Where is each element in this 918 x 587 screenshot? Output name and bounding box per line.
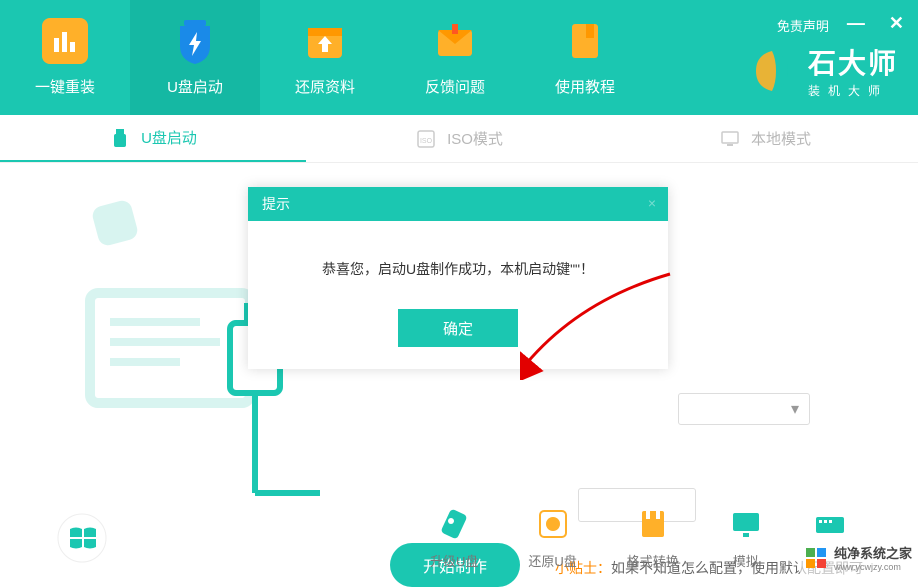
app-logo: 石大师 装机大师 [748,42,898,99]
simulate-icon [729,507,763,541]
minimize-button[interactable]: — [847,1,871,34]
bar-chart-icon [42,18,88,64]
config-dropdown[interactable]: ▾ [678,393,810,425]
logo-icon [748,47,796,95]
modal-footer: 确定 [248,309,668,369]
nav-label: 使用教程 [555,76,615,97]
convert-icon [636,507,670,541]
nav-label: 反馈问题 [425,76,485,97]
sub-tab-label: U盘启动 [141,127,197,148]
modal-message: 恭喜您，启动U盘制作成功，本机启动键""！ [248,221,668,309]
watermark: 纯净系统之家 www.ycwjzy.com [800,541,916,574]
watermark-url: www.ycwjzy.com [834,562,912,572]
disclaimer-link[interactable]: 免责声明 [777,0,829,35]
envelope-icon [432,18,478,64]
watermark-icon [804,546,828,570]
header-right: 免责声明 — ✕ [777,0,910,35]
sub-tab-iso[interactable]: ISO ISO模式 [306,115,612,162]
restore-usb[interactable]: 还原U盘 [528,507,576,570]
bottom-label: 升级U盘 [430,551,478,570]
bottom-actions: 升级U盘 还原U盘 格式转换 模拟 [430,507,847,570]
nav-feedback[interactable]: 反馈问题 [390,0,520,115]
modal-title-bar: 提示 × [248,187,668,221]
nav-restore[interactable]: 还原资料 [260,0,390,115]
nav-usb-boot[interactable]: U盘启动 [130,0,260,115]
bottom-label: 模拟 [733,551,759,570]
format-convert[interactable]: 格式转换 [627,507,679,570]
modal-close-button[interactable]: × [648,195,656,211]
upgrade-usb[interactable]: 升级U盘 [430,507,478,570]
windows-logo-icon [42,513,122,563]
logo-title: 石大师 [808,42,898,82]
sub-tab-label: ISO模式 [447,128,503,149]
nav-tutorial[interactable]: 使用教程 [520,0,650,115]
success-modal: 提示 × 恭喜您，启动U盘制作成功，本机启动键""！ 确定 [248,187,668,369]
app-header: 一键重装 U盘启动 还原资料 反馈问题 使用教程 免责声明 [0,0,918,115]
close-button[interactable]: ✕ [889,1,910,34]
monitor-icon [719,128,741,150]
sub-tabs: U盘启动 ISO ISO模式 本地模式 [0,115,918,163]
sub-tab-local[interactable]: 本地模式 [612,115,918,162]
modal-title: 提示 [262,194,290,214]
usb-restore-icon [536,507,570,541]
sub-tab-label: 本地模式 [751,128,811,149]
iso-icon: ISO [415,128,437,150]
nav-label: U盘启动 [167,76,223,97]
nav-reinstall[interactable]: 一键重装 [0,0,130,115]
confirm-button[interactable]: 确定 [398,309,518,347]
book-icon [562,18,608,64]
shield-lightning-icon [172,18,218,64]
nav-tabs: 一键重装 U盘启动 还原资料 反馈问题 使用教程 [0,0,650,115]
sub-tab-usb[interactable]: U盘启动 [0,115,306,162]
usb-icon [109,127,131,149]
upload-box-icon [302,18,348,64]
bottom-label: 还原U盘 [528,551,576,570]
logo-subtitle: 装机大师 [808,82,898,99]
keyboard-icon [813,507,847,541]
svg-text:ISO: ISO [420,138,433,145]
nav-label: 还原资料 [295,76,355,97]
usb-upgrade-icon [437,507,471,541]
watermark-name: 纯净系统之家 [834,543,912,562]
simulate[interactable]: 模拟 [729,507,763,570]
bottom-label: 格式转换 [627,551,679,570]
nav-label: 一键重装 [35,76,95,97]
